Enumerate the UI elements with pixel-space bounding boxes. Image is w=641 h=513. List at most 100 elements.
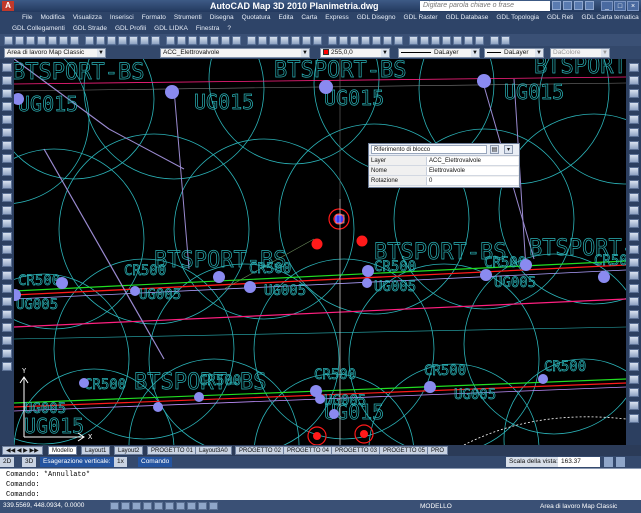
command-prompt-line[interactable]: Comando: bbox=[6, 491, 40, 499]
modify-tool-icon[interactable] bbox=[629, 362, 639, 371]
draw-tool-icon[interactable] bbox=[2, 154, 12, 163]
toolbar-tool-icon[interactable] bbox=[107, 35, 116, 45]
modify-tool-icon[interactable] bbox=[629, 375, 639, 384]
snap-icon[interactable] bbox=[110, 502, 119, 510]
modify-tool-icon[interactable] bbox=[629, 180, 639, 189]
pipe-node[interactable] bbox=[194, 392, 204, 402]
modify-tool-icon[interactable] bbox=[629, 115, 639, 124]
menu-item[interactable]: GDL Reti bbox=[543, 14, 578, 21]
toolbar-tool-icon[interactable] bbox=[420, 35, 429, 45]
pipe-node[interactable] bbox=[424, 381, 436, 393]
toolbar-tool-icon[interactable] bbox=[199, 35, 208, 45]
pipe-node[interactable] bbox=[56, 277, 68, 289]
pipe-node[interactable] bbox=[480, 269, 492, 281]
layout-tab[interactable]: Layout3A0 bbox=[195, 446, 232, 455]
menu-item[interactable]: Strumenti bbox=[170, 14, 206, 21]
modify-tool-icon[interactable] bbox=[629, 154, 639, 163]
draw-tool-icon[interactable] bbox=[2, 128, 12, 137]
polar-icon[interactable] bbox=[143, 502, 152, 510]
draw-tool-icon[interactable] bbox=[2, 245, 12, 254]
osnap-icon[interactable] bbox=[154, 502, 163, 510]
modify-tool-icon[interactable] bbox=[629, 310, 639, 319]
toolbar-tool-icon[interactable] bbox=[48, 35, 57, 45]
scale-options-icon[interactable] bbox=[604, 457, 613, 467]
toolbar-tool-icon[interactable] bbox=[490, 35, 499, 45]
modify-tool-icon[interactable] bbox=[629, 219, 639, 228]
layer-dropdown[interactable]: ACC_Elettrovalvole ▼ bbox=[160, 48, 310, 58]
menu-item[interactable]: File bbox=[18, 14, 36, 21]
toolbar-tool-icon[interactable] bbox=[96, 35, 105, 45]
quick-properties-icon[interactable] bbox=[209, 502, 218, 510]
toolbar-tool-icon[interactable] bbox=[453, 35, 462, 45]
menu-item[interactable]: GDL Raster bbox=[400, 14, 442, 21]
layout-tab[interactable]: PROGETTO 03 bbox=[331, 446, 381, 455]
pipe-node[interactable] bbox=[165, 85, 179, 99]
draw-tool-icon[interactable] bbox=[2, 89, 12, 98]
menu-item[interactable]: GDL Database bbox=[442, 14, 493, 21]
toolbar-tool-icon[interactable] bbox=[232, 35, 241, 45]
toolbar-tool-icon[interactable] bbox=[26, 35, 35, 45]
modify-tool-icon[interactable] bbox=[629, 141, 639, 150]
modify-tool-icon[interactable] bbox=[629, 128, 639, 137]
toolbar-tool-icon[interactable] bbox=[291, 35, 300, 45]
toolbar-tool-icon[interactable] bbox=[221, 35, 230, 45]
otrack-icon[interactable] bbox=[165, 502, 174, 510]
layout-tab[interactable]: Modello bbox=[48, 446, 78, 455]
modify-tool-icon[interactable] bbox=[629, 89, 639, 98]
ortho-icon[interactable] bbox=[132, 502, 141, 510]
draw-tool-icon[interactable] bbox=[2, 362, 12, 371]
workspace-dropdown[interactable]: Area di lavoro Map Classic ▼ bbox=[4, 48, 106, 58]
communication-center-icon[interactable] bbox=[563, 1, 572, 10]
select-objects-icon[interactable]: ▤ bbox=[490, 145, 499, 154]
modify-tool-icon[interactable] bbox=[629, 206, 639, 215]
help-icon[interactable] bbox=[585, 1, 594, 10]
menu-item[interactable]: Visualizza bbox=[69, 14, 106, 21]
menu-item[interactable]: GDL Topologia bbox=[492, 14, 543, 21]
modify-tool-icon[interactable] bbox=[629, 245, 639, 254]
menu-item[interactable]: Carta bbox=[297, 14, 321, 21]
draw-tool-icon[interactable] bbox=[2, 115, 12, 124]
toolbar-tool-icon[interactable] bbox=[361, 35, 370, 45]
command-tab[interactable]: Comando bbox=[138, 457, 173, 467]
draw-tool-icon[interactable] bbox=[2, 284, 12, 293]
color-dropdown[interactable]: 255,0,0 ▼ bbox=[320, 48, 390, 58]
draw-tool-icon[interactable] bbox=[2, 219, 12, 228]
toolbar-tool-icon[interactable] bbox=[464, 35, 473, 45]
drawing-area[interactable]: BTSPORT-BSBTSPORT-BSBTSPORT-BSUG015UG015… bbox=[14, 59, 626, 445]
toolbar-tool-icon[interactable] bbox=[313, 35, 322, 45]
options-icon[interactable]: ▾ bbox=[504, 145, 513, 154]
model-space-label[interactable]: MODELLO bbox=[420, 502, 452, 511]
pipe-node[interactable] bbox=[315, 394, 325, 404]
draw-tool-icon[interactable] bbox=[2, 180, 12, 189]
toolbar-tool-icon[interactable] bbox=[177, 35, 186, 45]
draw-tool-icon[interactable] bbox=[2, 193, 12, 202]
mode-2d-button[interactable]: 2D bbox=[0, 457, 15, 467]
menu-item[interactable]: ? bbox=[223, 25, 235, 32]
ducs-icon[interactable] bbox=[176, 502, 185, 510]
toolbar-tool-icon[interactable] bbox=[339, 35, 348, 45]
modify-tool-icon[interactable] bbox=[629, 336, 639, 345]
pipe-node[interactable] bbox=[319, 80, 333, 94]
modify-tool-icon[interactable] bbox=[629, 297, 639, 306]
modify-tool-icon[interactable] bbox=[629, 258, 639, 267]
toolbar-tool-icon[interactable] bbox=[4, 35, 13, 45]
modify-tool-icon[interactable] bbox=[629, 102, 639, 111]
menu-item[interactable]: Modifica bbox=[36, 14, 68, 21]
minimize-button[interactable]: _ bbox=[601, 1, 613, 11]
toolbar-tool-icon[interactable] bbox=[118, 35, 127, 45]
close-button[interactable]: × bbox=[627, 1, 639, 11]
toolbar-tool-icon[interactable] bbox=[431, 35, 440, 45]
toolbar-tool-icon[interactable] bbox=[328, 35, 337, 45]
pipe-node[interactable] bbox=[130, 286, 140, 296]
toolbar-tool-icon[interactable] bbox=[166, 35, 175, 45]
modify-tool-icon[interactable] bbox=[629, 388, 639, 397]
draw-tool-icon[interactable] bbox=[2, 336, 12, 345]
lineweight-toggle-icon[interactable] bbox=[198, 502, 207, 510]
layout-tab[interactable]: Layout1 bbox=[81, 446, 111, 455]
menu-item[interactable]: Finestra bbox=[192, 25, 223, 32]
tooltip-title[interactable]: Riferimento di blocco bbox=[371, 145, 487, 154]
layout-tab[interactable]: PROGETTO 04 bbox=[283, 446, 333, 455]
modify-tool-icon[interactable] bbox=[629, 232, 639, 241]
modify-tool-icon[interactable] bbox=[629, 63, 639, 72]
toolbar-tool-icon[interactable] bbox=[140, 35, 149, 45]
